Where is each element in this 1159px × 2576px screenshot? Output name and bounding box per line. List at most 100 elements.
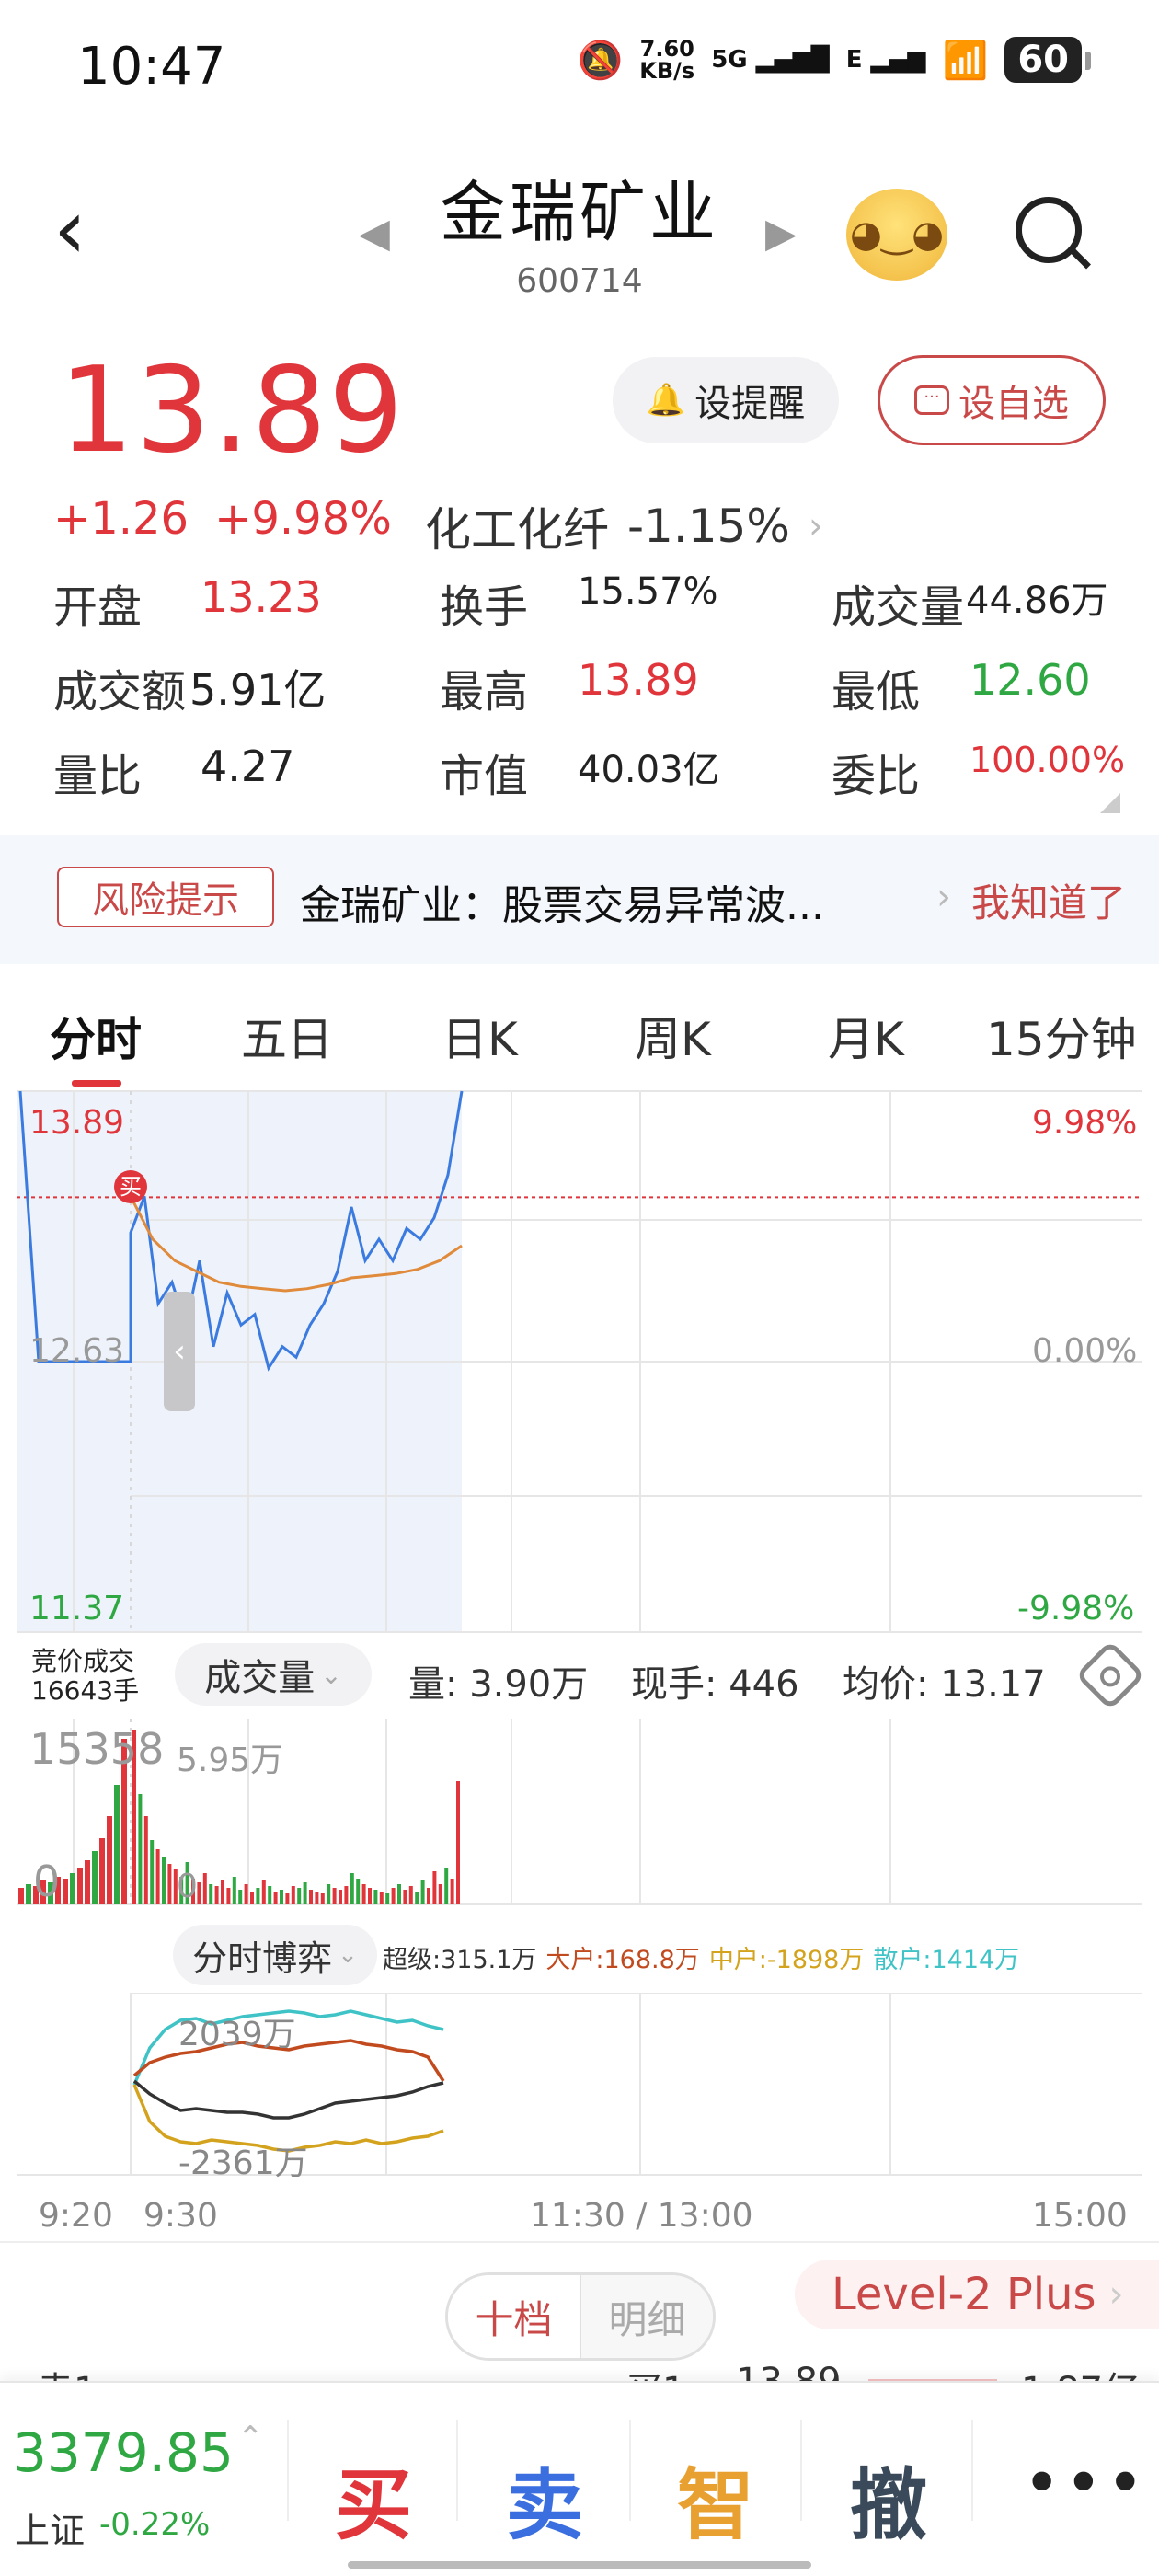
volume-bar xyxy=(99,1838,105,1904)
volume-bar xyxy=(268,1886,272,1904)
expand-corner-icon[interactable] xyxy=(1100,793,1120,813)
volume-bar xyxy=(244,1884,248,1904)
section-divider xyxy=(0,2241,1159,2243)
smart-button[interactable]: 智 xyxy=(651,2444,780,2555)
volume-indicator-select[interactable]: 成交量 ⌄ xyxy=(175,1643,372,1706)
volume-bar xyxy=(63,1879,68,1904)
super-flow-line xyxy=(132,2079,444,2120)
set-alert-button[interactable]: 🔔 设提醒 xyxy=(613,357,839,443)
volume-bar xyxy=(285,1893,290,1904)
chevron-up-icon[interactable]: ⌃ xyxy=(237,2420,264,2456)
divider xyxy=(800,2420,802,2521)
capital-flow-label: 分时博弈 xyxy=(192,1938,333,1979)
volume-bar xyxy=(280,1890,283,1904)
time-axis-920: 9:20 xyxy=(39,2197,113,2235)
volume-bar xyxy=(238,1890,243,1904)
volume-bar xyxy=(379,1892,384,1904)
level2-plus-button[interactable]: Level-2 Plus › xyxy=(795,2260,1159,2329)
tab-15min[interactable]: 15分钟 xyxy=(986,1003,1137,1069)
volume-bar xyxy=(385,1893,390,1904)
volume-bar xyxy=(408,1886,413,1904)
mascot-avatar-icon[interactable]: ◕‿◕ xyxy=(846,189,947,281)
big-flow: 大户:168.8万 xyxy=(545,1946,700,1974)
volume-bar xyxy=(450,1879,454,1904)
tab-intraday[interactable]: 分时 xyxy=(50,1003,142,1069)
volume-bar xyxy=(114,1785,120,1904)
tab-five-day[interactable]: 五日 xyxy=(241,1003,333,1069)
volume-select-label: 成交量 xyxy=(204,1657,316,1699)
volume-bar xyxy=(202,1873,207,1904)
stat-value: 12.60 xyxy=(970,655,1091,705)
volume-bar xyxy=(373,1890,378,1904)
sector-percent: -1.15% xyxy=(627,500,790,553)
sell-button[interactable]: 卖 xyxy=(480,2444,609,2555)
volume-bar xyxy=(315,1892,319,1904)
cancel-order-button[interactable]: 撤 xyxy=(824,2444,953,2555)
risk-badge: 风险提示 xyxy=(57,867,274,927)
search-icon[interactable] xyxy=(1016,197,1082,263)
chart-tabs: 分时 五日 日K 周K 月K 15分钟 xyxy=(0,977,1159,1087)
add-watchlist-button[interactable]: ··· 设自选 xyxy=(878,355,1106,445)
volume-bar xyxy=(167,1864,172,1904)
next-stock-icon[interactable]: ▶ xyxy=(765,210,797,257)
flow-axis-bottom: -2361万 xyxy=(178,2145,308,2182)
tab-weekly-k[interactable]: 周K xyxy=(635,1003,711,1069)
volume-amount: 量: 3.90万 xyxy=(408,1663,589,1706)
flow-axis-top: 2039万 xyxy=(178,2016,296,2053)
volume-bar xyxy=(77,1868,83,1904)
volume-bar xyxy=(420,1880,425,1904)
price-top-label: 13.89 xyxy=(29,1104,125,1142)
volume-bar xyxy=(309,1890,313,1904)
buy-button[interactable]: 买 xyxy=(309,2444,438,2555)
stat-label: 量比 xyxy=(53,751,143,802)
stat-label: 最低 xyxy=(832,666,921,718)
divider xyxy=(629,2420,631,2521)
home-indicator[interactable] xyxy=(348,2561,811,2569)
more-icon[interactable]: ••• xyxy=(1023,2445,1148,2521)
volume-bar xyxy=(361,1884,366,1904)
stat-value: 100.00% xyxy=(970,740,1126,780)
capital-flow-select[interactable]: 分时博弈 ⌄ xyxy=(173,1925,377,1985)
change-value: +1.26 xyxy=(53,493,189,545)
level2-label: Level-2 Plus xyxy=(832,2269,1096,2320)
capital-flow-legend: 超级:315.1万 大户:168.8万 中户:-1898万 散户:1414万 xyxy=(383,1939,1019,1975)
volume-bar xyxy=(456,1781,460,1904)
volume-bar xyxy=(197,1882,201,1904)
volume-bar xyxy=(427,1888,430,1904)
stat-label: 开盘 xyxy=(53,581,143,633)
sector-link[interactable]: 化工化纤 -1.15% › xyxy=(425,493,823,559)
stat-label: 换手 xyxy=(440,581,529,633)
risk-text[interactable]: 金瑞矿业：股票交易异常波... xyxy=(300,872,824,931)
tab-details[interactable]: 明细 xyxy=(581,2275,713,2358)
stat-value: 15.57% xyxy=(578,570,718,613)
risk-ack-button[interactable]: 我知道了 xyxy=(971,872,1126,928)
volume-bar xyxy=(397,1884,401,1904)
tab-ten-levels[interactable]: 十档 xyxy=(448,2275,581,2358)
tab-monthly-k[interactable]: 月K xyxy=(828,1003,904,1069)
stat-label: 成交额 xyxy=(53,666,187,718)
chevron-right-icon: › xyxy=(1108,2273,1124,2316)
signal-e-icon: E ▂▄▆ xyxy=(845,46,926,74)
change-percent: +9.98% xyxy=(214,493,392,545)
battery-icon: 60 xyxy=(1004,37,1091,83)
volume-bar xyxy=(162,1857,166,1904)
tab-daily-k[interactable]: 日K xyxy=(442,1003,518,1069)
volume-bar xyxy=(150,1840,155,1904)
volume-bar xyxy=(26,1884,31,1904)
super-flow: 超级:315.1万 xyxy=(383,1946,537,1974)
price-change: +1.26 +9.98% xyxy=(53,493,392,545)
collapse-handle-icon[interactable]: ‹ xyxy=(164,1292,195,1411)
volume-bar xyxy=(70,1873,75,1904)
stat-value: 44.86万 xyxy=(966,580,1108,622)
settings-icon[interactable] xyxy=(1074,1639,1146,1711)
volume-bar xyxy=(403,1890,407,1904)
volume-bar xyxy=(368,1888,372,1904)
stock-code: 600714 xyxy=(516,262,643,300)
index-value[interactable]: 3379.85 xyxy=(13,2421,234,2484)
stat-value: 4.27 xyxy=(201,742,295,791)
signal-e-label: E xyxy=(845,46,863,74)
pct-top-label: 9.98% xyxy=(1032,1104,1138,1142)
time-axis-midday: 11:30 / 13:00 xyxy=(530,2197,753,2235)
stat-value: 5.91亿 xyxy=(189,665,327,715)
volume-bar xyxy=(339,1890,342,1904)
